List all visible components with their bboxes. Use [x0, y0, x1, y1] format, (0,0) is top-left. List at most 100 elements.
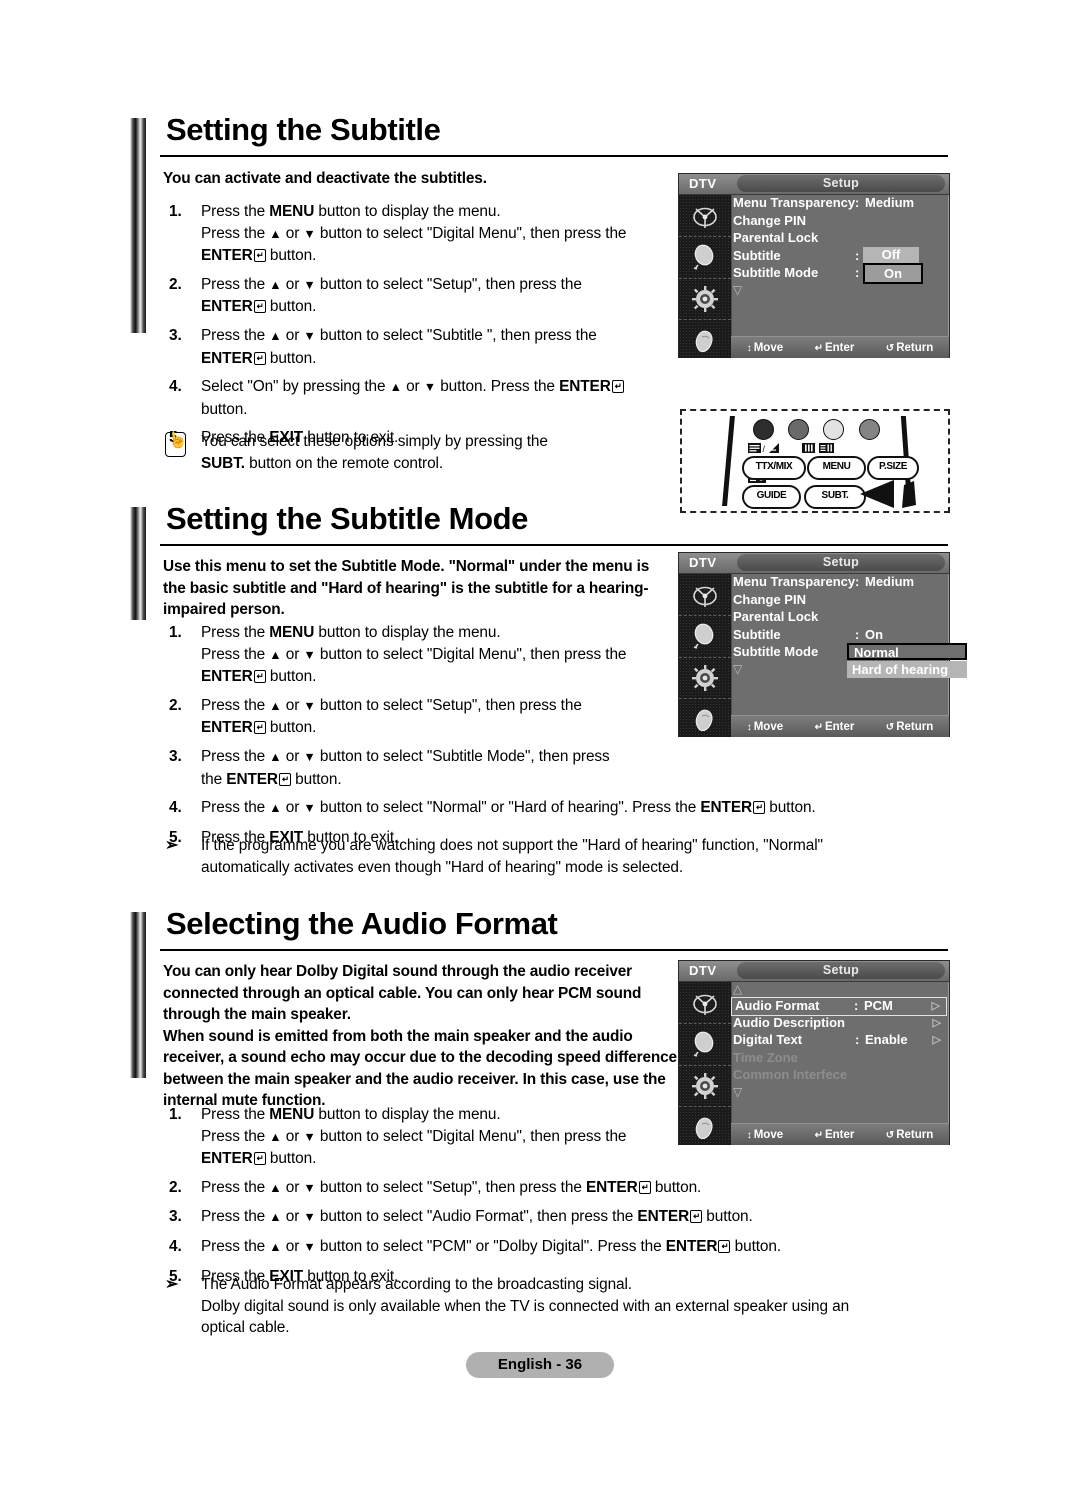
osd-balloon-icon[interactable]	[679, 237, 731, 279]
osd-tab-setup[interactable]: Setup	[737, 175, 945, 192]
osd-item-colon: :	[854, 998, 859, 1013]
emphasis-text: ENTER	[665, 1237, 718, 1255]
step-text: button to select "Digital Menu", then pr…	[315, 224, 627, 242]
enter-glyph-icon: ↵	[718, 1239, 731, 1253]
osd-gear-icon[interactable]	[679, 1066, 731, 1108]
osd-balloon-icon[interactable]	[679, 616, 731, 658]
remote-button-guide[interactable]: GUIDE	[742, 485, 801, 509]
osd-tab-setup[interactable]: Setup	[737, 554, 945, 571]
step-text: button.	[290, 770, 342, 788]
color-button-red[interactable]	[753, 419, 774, 440]
osd-subtitle-mode-menu[interactable]: DTV Setup Menu Transparency: Medium Change P…	[678, 552, 967, 740]
step-body: Press the ▲ or ▼ button to select "PCM" …	[201, 1238, 781, 1255]
osd-menu-item[interactable]: Parental Lock	[733, 609, 947, 627]
heading-accent-bar	[130, 912, 146, 1078]
osd-menu-item[interactable]: Subtitle: On	[733, 627, 947, 645]
step-body: Press the ▲ or ▼ button to select "Audio…	[201, 1208, 753, 1225]
osd-hint-enter: ↵ Enter	[815, 721, 855, 733]
color-button-yellow[interactable]	[823, 419, 844, 440]
step-text: Press the	[201, 696, 270, 714]
osd-menu-item[interactable]: Time Zone	[733, 1050, 947, 1068]
color-button-blue[interactable]	[859, 419, 880, 440]
osd-hint-label: Move	[753, 720, 784, 733]
step-text: button.	[702, 1208, 753, 1226]
osd-tab-setup[interactable]: Setup	[737, 962, 945, 979]
osd-antenna-icon[interactable]	[679, 574, 731, 616]
color-button-green[interactable]	[788, 419, 809, 440]
note-item: If the programme you are watching does n…	[163, 835, 963, 878]
arrow-down-icon: ▼	[303, 647, 316, 662]
osd-source-label: DTV	[689, 963, 717, 978]
remote-button-ttxmix[interactable]: TTX/MIX	[742, 456, 806, 480]
section-title: Selecting the Audio Format	[166, 906, 558, 941]
step-text: or	[401, 378, 424, 396]
enter-glyph-icon: ↵	[253, 670, 266, 684]
step-item: 2. Press the ▲ or ▼ button to select "Set…	[163, 274, 683, 318]
osd-dropdown-option[interactable]: Hard of hearing	[847, 661, 967, 678]
step-text: button to display the menu.	[314, 203, 501, 220]
step-text: or	[281, 1208, 304, 1226]
heading-rule	[160, 544, 948, 546]
osd-hint-glyph-icon: ↕	[746, 342, 752, 354]
osd-item-value: PCM	[864, 998, 893, 1013]
osd-item-caret-icon[interactable]: ▷	[933, 1016, 941, 1029]
osd-menu-item[interactable]: Menu Transparency: Medium	[733, 195, 947, 213]
osd-menu-item[interactable]: Change PIN	[733, 592, 947, 610]
step-text: or	[281, 1237, 304, 1255]
osd-balloon-icon[interactable]	[679, 1024, 731, 1066]
osd-body: △ Audio Format: PCM ▷ Audio Description ▷ Digi…	[679, 982, 949, 1145]
step-text: The Audio Format appears according to th…	[201, 1276, 632, 1293]
step-text: Press the	[201, 203, 270, 220]
remote-button-psize[interactable]: P.SIZE	[867, 456, 919, 480]
step-number: 1.	[169, 624, 182, 641]
arrow-down-icon: ▼	[303, 749, 316, 764]
osd-menu-item[interactable]: Digital Text: Enable ▷	[733, 1032, 947, 1050]
osd-menu-item[interactable]: Audio Format: PCM ▷	[731, 997, 947, 1016]
step-text: Press the	[201, 1208, 270, 1226]
osd-dropdown-selected-option[interactable]: On	[863, 262, 923, 284]
osd-audio-format-menu[interactable]: DTV Setup △ Audio Format: PCM ▷ Audio Descript…	[678, 960, 950, 1145]
remote-button-subt[interactable]: SUBT.	[804, 485, 866, 509]
enter-glyph-icon: ↵	[253, 300, 266, 314]
osd-menu-item[interactable]: Audio Description ▷	[733, 1015, 947, 1033]
osd-hand-icon[interactable]	[679, 1107, 731, 1148]
osd-antenna-icon[interactable]	[679, 195, 731, 237]
osd-gear-icon[interactable]	[679, 279, 731, 321]
osd-hand-icon[interactable]	[679, 320, 731, 361]
osd-dropdown-option[interactable]: Off	[863, 246, 919, 263]
osd-antenna-icon[interactable]	[679, 982, 731, 1024]
step-text: or	[281, 747, 304, 765]
note-list: You can select these options simply by p…	[163, 431, 683, 480]
remote-button-menu[interactable]: MENU	[807, 456, 866, 480]
osd-scroll-down-arrow[interactable]: ▽	[733, 1086, 742, 1098]
osd-gear-icon[interactable]	[679, 658, 731, 700]
step-number: 4.	[169, 1237, 182, 1255]
osd-scroll-down-arrow[interactable]: ▽	[733, 284, 742, 296]
heading-rule	[160, 949, 948, 951]
osd-item-list: △ Audio Format: PCM ▷ Audio Description ▷ Digi…	[731, 982, 949, 1123]
osd-menu-item[interactable]: Parental Lock	[733, 230, 947, 248]
step-text: Press the	[201, 1106, 270, 1123]
osd-tab-label: Setup	[822, 555, 860, 569]
osd-scroll-down-arrow[interactable]: ▽	[733, 663, 742, 675]
step-item: 4. Press the ▲ or ▼ button to select "Nor…	[163, 797, 963, 820]
osd-menu-item[interactable]: Menu Transparency: Medium	[733, 574, 947, 592]
osd-item-colon: :	[855, 626, 860, 642]
osd-dropdown-selected-option[interactable]: Normal	[847, 643, 967, 660]
osd-hint-label: Enter	[824, 341, 855, 354]
step-body: Press the ▲ or ▼ button to select "Subti…	[201, 327, 597, 367]
osd-item-caret-icon[interactable]: ▷	[933, 1033, 941, 1046]
osd-tab-label: Setup	[822, 963, 860, 977]
osd-hand-icon[interactable]	[679, 699, 731, 740]
osd-menu-item[interactable]: Common Interfece	[733, 1067, 947, 1085]
osd-menu-item[interactable]: Change PIN	[733, 213, 947, 231]
osd-item-caret-icon[interactable]: ▷	[932, 999, 940, 1012]
step-text: button to display the menu.	[314, 1106, 501, 1123]
note-list: If the programme you are watching does n…	[163, 835, 963, 884]
osd-item-label: Common Interfece	[733, 1067, 848, 1082]
osd-subtitle-menu[interactable]: DTV Setup Menu Transparency: Medium Change P…	[678, 173, 950, 358]
step-text: button.	[265, 247, 317, 265]
step-text: Press the	[201, 275, 270, 293]
osd-body: Menu Transparency: Medium Change PIN Parent…	[679, 195, 949, 358]
osd-scroll-up-arrow[interactable]: △	[733, 983, 742, 995]
